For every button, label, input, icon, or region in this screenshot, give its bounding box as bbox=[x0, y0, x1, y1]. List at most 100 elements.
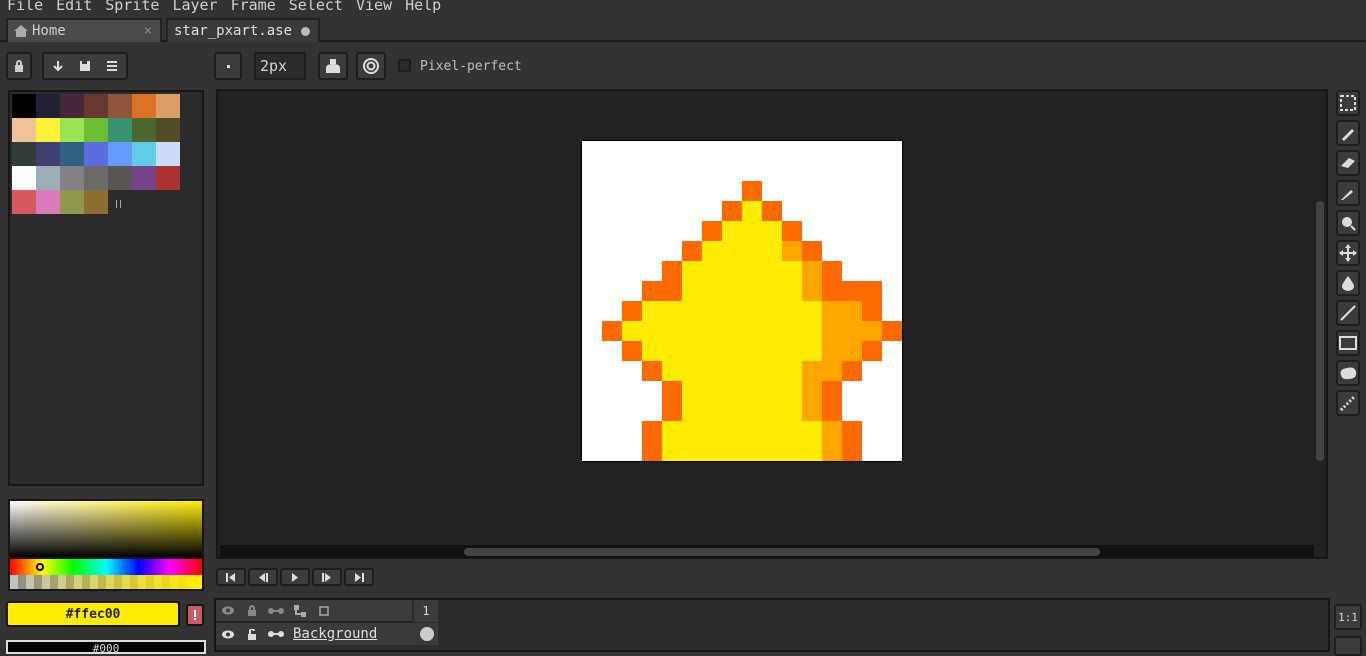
timeline-options-button[interactable] bbox=[1334, 636, 1362, 656]
foreground-color-button[interactable]: #ffec00 bbox=[6, 601, 180, 627]
contour-tool-button[interactable] bbox=[1336, 360, 1360, 386]
palette-swatch[interactable] bbox=[12, 142, 36, 166]
palette-swatch[interactable] bbox=[36, 142, 60, 166]
layer-tree-icon[interactable] bbox=[288, 600, 312, 621]
layer-name[interactable]: Background bbox=[293, 626, 413, 642]
sprite-canvas[interactable] bbox=[581, 140, 903, 462]
palette-swatch[interactable] bbox=[84, 94, 108, 118]
sprite-pixel bbox=[742, 301, 762, 321]
eye-header-icon[interactable] bbox=[216, 600, 240, 621]
line-tool-button[interactable] bbox=[1336, 300, 1360, 326]
zoom-1-1-button[interactable]: 1:1 bbox=[1334, 604, 1362, 630]
palette-swatch[interactable] bbox=[36, 190, 60, 214]
new-layer-icon[interactable] bbox=[312, 600, 336, 621]
marquee-tool-button[interactable] bbox=[1336, 90, 1360, 116]
unlock-icon[interactable] bbox=[240, 628, 264, 640]
palette-swatch[interactable] bbox=[132, 94, 156, 118]
eraser-tool-button[interactable] bbox=[1336, 150, 1360, 176]
palette-swatch[interactable] bbox=[36, 166, 60, 190]
palette-swatch[interactable] bbox=[132, 118, 156, 142]
play-button[interactable] bbox=[280, 568, 310, 586]
fill-tool-button[interactable] bbox=[1336, 270, 1360, 296]
ink-button[interactable] bbox=[318, 52, 348, 80]
palette-swatch[interactable] bbox=[132, 166, 156, 190]
tab-home[interactable]: Home × bbox=[6, 18, 162, 42]
swap-colors-button[interactable] bbox=[186, 604, 204, 626]
palette-swatch[interactable] bbox=[84, 118, 108, 142]
menu-select[interactable]: Select bbox=[289, 0, 343, 13]
palette-swatch[interactable] bbox=[36, 118, 60, 142]
horizontal-scrollbar[interactable] bbox=[464, 548, 1100, 556]
brush-type-button[interactable] bbox=[214, 52, 242, 80]
palette-swatch[interactable] bbox=[156, 118, 180, 142]
vertical-scrollbar[interactable] bbox=[1316, 201, 1324, 461]
palette-swatch[interactable] bbox=[12, 94, 36, 118]
palette-swatch[interactable] bbox=[60, 118, 84, 142]
palette-swatch[interactable] bbox=[108, 166, 132, 190]
palette-swatch[interactable] bbox=[84, 166, 108, 190]
zoom-tool-button[interactable] bbox=[1336, 210, 1360, 236]
opacity-button[interactable] bbox=[356, 52, 386, 80]
save-palette-icon[interactable] bbox=[79, 60, 91, 72]
sprite-pixel bbox=[742, 221, 762, 241]
eyedropper-tool-button[interactable] bbox=[1336, 180, 1360, 206]
close-icon[interactable]: × bbox=[144, 23, 152, 39]
menu-help[interactable]: Help bbox=[405, 0, 441, 13]
menu-sprite[interactable]: Sprite bbox=[105, 0, 159, 13]
lock-palette-button[interactable] bbox=[6, 52, 32, 80]
palette-swatch[interactable] bbox=[12, 190, 36, 214]
menu-view[interactable]: View bbox=[356, 0, 392, 13]
color-spectrum-sv[interactable] bbox=[8, 499, 204, 559]
alpha-slider[interactable] bbox=[8, 575, 204, 591]
tab-star-pxart[interactable]: star_pxart.ase bbox=[166, 18, 320, 42]
hue-slider-handle[interactable] bbox=[36, 563, 44, 571]
frame-header-1[interactable]: 1 bbox=[414, 600, 438, 622]
palette-swatch[interactable] bbox=[60, 94, 84, 118]
palette-swatch[interactable] bbox=[60, 190, 84, 214]
palette-swatch[interactable] bbox=[12, 118, 36, 142]
palette-swatch[interactable] bbox=[12, 166, 36, 190]
blur-tool-button[interactable] bbox=[1336, 390, 1360, 416]
palette-swatch[interactable] bbox=[108, 118, 132, 142]
palette-swatch[interactable] bbox=[108, 94, 132, 118]
palette-grid bbox=[12, 94, 182, 216]
hue-slider[interactable] bbox=[8, 559, 204, 575]
palette-swatch[interactable] bbox=[84, 190, 108, 214]
first-frame-button[interactable] bbox=[216, 568, 246, 586]
palette-swatch[interactable] bbox=[60, 166, 84, 190]
layer-row-background[interactable]: Background bbox=[216, 623, 438, 645]
pixel-perfect-checkbox[interactable] bbox=[398, 59, 411, 72]
palette-swatch[interactable] bbox=[36, 94, 60, 118]
lock-header-icon[interactable] bbox=[240, 600, 264, 621]
menu-file[interactable]: File bbox=[7, 0, 43, 13]
palette-swatch[interactable] bbox=[108, 142, 132, 166]
warning-icon bbox=[194, 610, 196, 620]
cel-keyframe-dot[interactable] bbox=[420, 627, 434, 641]
palette-swatch[interactable] bbox=[132, 142, 156, 166]
sprite-pixel bbox=[782, 421, 802, 441]
palette-swatch[interactable] bbox=[156, 94, 180, 118]
palette-swatch[interactable] bbox=[84, 142, 108, 166]
palette-resize-handle-icon[interactable] bbox=[116, 200, 121, 208]
move-tool-button[interactable] bbox=[1336, 240, 1360, 266]
next-frame-button[interactable] bbox=[312, 568, 342, 586]
continuous-icon[interactable] bbox=[264, 631, 288, 637]
rectangle-tool-button[interactable] bbox=[1336, 330, 1360, 356]
menu-frame[interactable]: Frame bbox=[231, 0, 276, 13]
continuous-header-icon[interactable] bbox=[264, 600, 288, 621]
palette-swatch[interactable] bbox=[156, 166, 180, 190]
brush-size-field[interactable]: 2px bbox=[254, 52, 306, 80]
last-frame-button[interactable] bbox=[344, 568, 374, 586]
menu-layer[interactable]: Layer bbox=[172, 0, 217, 13]
sprite-pixel bbox=[742, 381, 762, 401]
previous-frame-button[interactable] bbox=[248, 568, 278, 586]
menu-edit[interactable]: Edit bbox=[56, 0, 92, 13]
sprite-pixel bbox=[682, 361, 702, 381]
menu-lines-icon[interactable] bbox=[106, 60, 118, 72]
pencil-tool-button[interactable] bbox=[1336, 120, 1360, 146]
palette-swatch[interactable] bbox=[156, 142, 180, 166]
sprite-pixel bbox=[742, 341, 762, 361]
eye-icon[interactable] bbox=[216, 630, 240, 639]
arrow-down-icon[interactable] bbox=[52, 60, 64, 72]
palette-swatch[interactable] bbox=[60, 142, 84, 166]
